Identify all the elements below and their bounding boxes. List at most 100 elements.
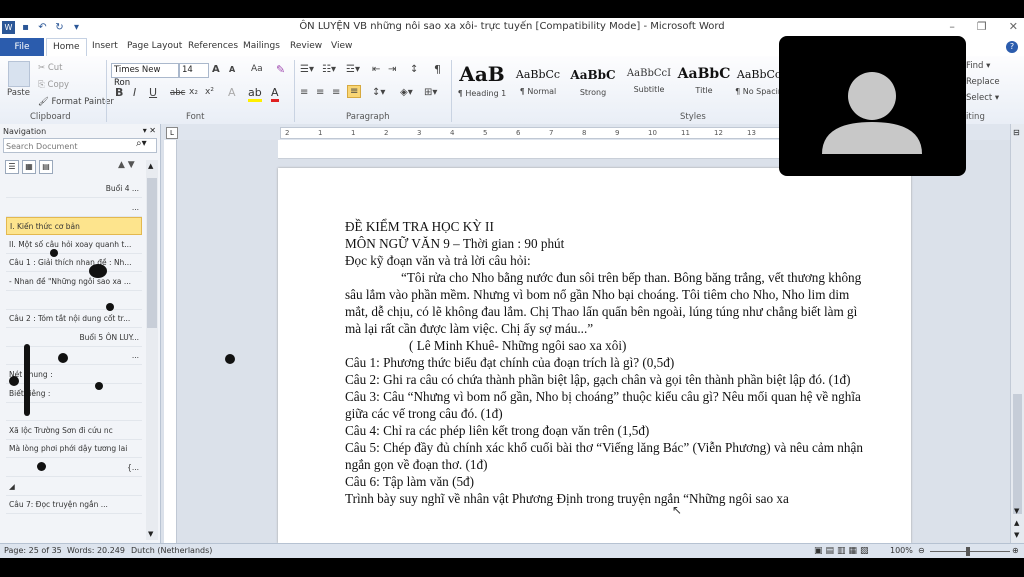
document-paragraph[interactable]: Câu 2: Ghi ra câu có chứa thành phần biệ… (345, 371, 875, 388)
paste-button[interactable]: Paste (7, 88, 30, 98)
scroll-down-icon[interactable]: ▼ (1014, 507, 1019, 515)
minimize-icon[interactable]: – (949, 20, 955, 33)
tab-review[interactable]: Review (290, 41, 322, 51)
zoom-out-icon[interactable]: ⊖ (918, 546, 925, 555)
tab-mailings[interactable]: Mailings (243, 41, 280, 51)
grow-font-button[interactable]: A (212, 64, 220, 75)
results-view-icon[interactable]: ▤ (39, 160, 53, 174)
scroll-down-icon[interactable]: ▼ (148, 530, 153, 538)
document-paragraph[interactable]: Câu 6: Tập làm văn (5đ) (345, 473, 875, 490)
search-icon[interactable]: ⌕▾ (136, 138, 147, 149)
bullets-icon[interactable]: ☰▾ (300, 64, 314, 75)
tab-insert[interactable]: Insert (92, 41, 118, 51)
nav-heading-item[interactable]: Xã lộc Trường Sơn đi cứu nc (6, 422, 142, 440)
font-size-select[interactable]: 14 (179, 63, 209, 78)
tab-page-layout[interactable]: Page Layout (127, 41, 182, 51)
zoom-level[interactable]: 100% (890, 546, 913, 555)
document-paragraph[interactable]: MÔN NGỮ VĂN 9 – Thời gian : 90 phút (345, 235, 875, 252)
help-icon[interactable]: ? (1006, 41, 1018, 53)
font-color-icon[interactable]: A (271, 86, 279, 102)
nav-heading-item[interactable]: Câu 7: Đọc truyện ngắn ... (6, 496, 142, 515)
increase-indent-icon[interactable]: ⇥ (388, 64, 396, 75)
nav-heading-item[interactable]: I. Kiến thức cơ bản (6, 217, 142, 236)
underline-button[interactable]: U (149, 86, 157, 99)
tab-view[interactable]: View (331, 41, 352, 51)
document-paragraph[interactable]: Trình bày suy nghĩ về nhân vật Phương Đị… (345, 490, 875, 507)
borders-icon[interactable]: ⊞▾ (424, 87, 437, 98)
italic-button[interactable]: I (133, 86, 136, 99)
nav-heading-item[interactable]: {... (6, 459, 142, 477)
view-buttons-icon[interactable]: ▣▤▥▦▧ (814, 546, 872, 556)
nav-heading-item[interactable]: Buổi 4 ... (6, 180, 142, 198)
strikethrough-button[interactable]: abc (170, 88, 185, 98)
nav-heading-item[interactable]: ◢ (6, 478, 142, 496)
style-heading-1[interactable]: AaB ¶ Heading 1 (455, 62, 509, 104)
document-page[interactable]: ĐỀ KIỂM TRA HỌC KỲ II MÔN NGỮ VĂN 9 – Thờ… (278, 168, 911, 543)
document-paragraph[interactable]: ĐỀ KIỂM TRA HỌC KỲ II (345, 218, 875, 235)
scroll-up-icon[interactable]: ▲ (148, 162, 153, 170)
zoom-slider[interactable] (930, 551, 1010, 552)
nav-heading-item[interactable] (6, 292, 142, 310)
paste-icon[interactable] (8, 61, 30, 87)
multilevel-list-icon[interactable]: ☲▾ (346, 64, 360, 75)
tab-selector-icon[interactable]: L (166, 127, 178, 139)
change-case-button[interactable]: Aa (251, 64, 263, 74)
document-paragraph[interactable]: Câu 3: Câu “Nhưng vì bom nổ gần, Nho bị … (345, 388, 875, 422)
zoom-slider-thumb[interactable] (966, 547, 970, 556)
tab-references[interactable]: References (188, 41, 238, 51)
document-paragraph[interactable]: ( Lê Minh Khuê- Những ngôi sao xa xôi) (345, 337, 875, 354)
nav-heading-item[interactable]: ... (6, 199, 142, 217)
align-left-icon[interactable]: ≡ (300, 87, 308, 98)
close-icon[interactable]: ✕ (1009, 20, 1018, 33)
copy-button[interactable]: ⎘ Copy (38, 80, 69, 90)
numbering-icon[interactable]: ☷▾ (322, 64, 336, 75)
justify-icon[interactable]: ≡ (347, 85, 362, 98)
zoom-in-icon[interactable]: ⊕ (1012, 546, 1019, 555)
replace-button[interactable]: Replace (966, 77, 1000, 87)
word-count[interactable]: Words: 20.249 (67, 546, 125, 555)
line-spacing-icon[interactable]: ↕▾ (372, 87, 385, 98)
document-paragraph[interactable]: Câu 5: Chép đầy đủ chính xác khổ cuối bà… (345, 439, 875, 473)
style-strong[interactable]: AaBbC Strong (566, 62, 620, 104)
shading-icon[interactable]: ◈▾ (400, 87, 413, 98)
sort-icon[interactable]: ↕ (410, 64, 418, 75)
previous-page-icon[interactable]: ▲ (1014, 519, 1019, 527)
next-page-icon[interactable]: ▼ (1014, 531, 1019, 539)
tab-home[interactable]: Home (46, 38, 87, 56)
nav-heading-item[interactable]: Câu 1 : Giải thích nhan đề : Nh... (6, 254, 142, 273)
restore-icon[interactable]: ❐ (977, 20, 987, 33)
style-subtitle[interactable]: AaBbCcI Subtitle (622, 62, 676, 104)
superscript-button[interactable]: x² (205, 87, 214, 97)
shrink-font-button[interactable]: A (229, 65, 235, 74)
headings-view-icon[interactable]: ☰ (5, 160, 19, 174)
vertical-scrollbar[interactable]: ⊟ ▼ ▲ ▼ (1010, 124, 1024, 543)
text-effects-icon[interactable]: A (228, 86, 236, 99)
nav-heading-item[interactable]: II. Một số câu hỏi xoay quanh t... (6, 236, 142, 254)
tab-file[interactable]: File (0, 38, 44, 56)
select-button[interactable]: Select ▾ (966, 93, 999, 103)
page-count[interactable]: Page: 25 of 35 (4, 546, 62, 555)
subscript-button[interactable]: x₂ (189, 87, 198, 97)
nav-heading-item[interactable]: Mà lòng phơi phới dậy tương lai (6, 440, 142, 459)
ruler-toggle-icon[interactable]: ⊟ (1013, 128, 1020, 137)
document-paragraph[interactable]: “Tôi rửa cho Nho bằng nước đun sôi trên … (345, 269, 875, 337)
cut-button[interactable]: ✂ Cut (38, 63, 62, 73)
clear-format-icon[interactable]: ✎ (276, 63, 285, 76)
decrease-indent-icon[interactable]: ⇤ (372, 64, 380, 75)
document-body[interactable]: ĐỀ KIỂM TRA HỌC KỲ II MÔN NGỮ VĂN 9 – Thờ… (345, 218, 875, 507)
document-paragraph[interactable]: Đọc kỹ đoạn văn và trả lời câu hỏi: (345, 252, 875, 269)
style-normal[interactable]: AaBbCc ¶ Normal (511, 62, 565, 104)
show-marks-button[interactable]: ¶ (434, 63, 441, 76)
font-name-select[interactable]: Times New Ron (111, 63, 179, 88)
nav-heading-item[interactable]: - Nhan đề "Những ngôi sao xa ... (6, 273, 142, 291)
bold-button[interactable]: B (115, 86, 123, 99)
scroll-thumb[interactable] (1013, 394, 1022, 514)
align-center-icon[interactable]: ≡ (316, 87, 324, 98)
style-title[interactable]: AaBbC Title (677, 62, 731, 104)
style-no-spacing[interactable]: AaBbCc ¶ No Spacin (732, 62, 786, 104)
highlight-icon[interactable]: ab (248, 86, 262, 102)
document-paragraph[interactable]: Câu 4: Chỉ ra các phép liên kết trong đo… (345, 422, 875, 439)
align-right-icon[interactable]: ≡ (332, 87, 340, 98)
format-painter-button[interactable]: 🖌 Format Painter (38, 97, 114, 107)
nav-scroll-thumb[interactable] (147, 178, 157, 328)
